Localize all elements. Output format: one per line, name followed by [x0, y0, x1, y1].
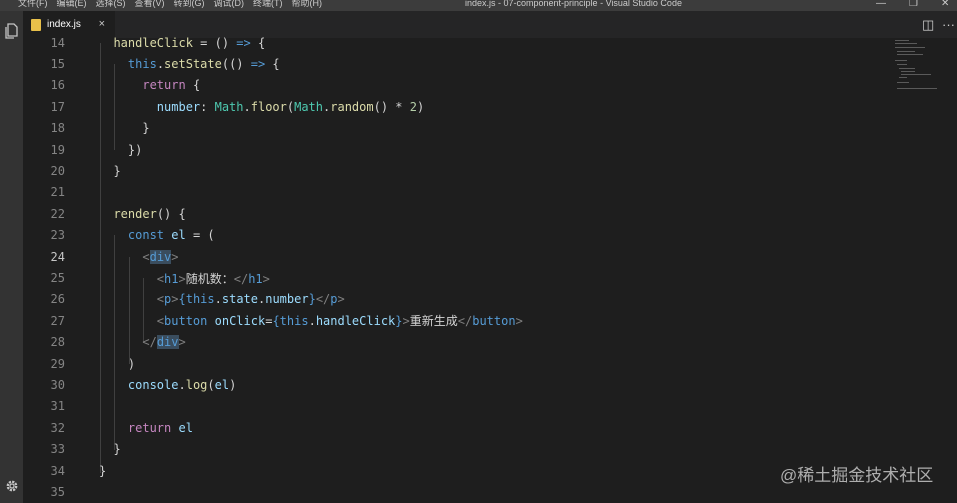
- code-text: ): [99, 356, 136, 371]
- code-text: <div>: [142, 249, 179, 264]
- menu-terminal[interactable]: 终端(T): [253, 0, 283, 9]
- code-line: 33 }: [23, 439, 957, 460]
- line-number: 24: [50, 249, 65, 264]
- line-number: 31: [50, 399, 65, 414]
- code-line: 23 const el = (: [23, 225, 957, 246]
- line-number: 27: [50, 313, 65, 328]
- window-title: index.js - 07-component-principle - Visu…: [465, 0, 682, 8]
- code-text: console.log(el): [127, 378, 237, 393]
- explorer-icon[interactable]: [2, 21, 21, 40]
- code-text: }): [99, 142, 143, 157]
- line-number: 15: [50, 57, 65, 72]
- code-line: 15 this.setState(() => {: [23, 53, 957, 74]
- code-text: }: [99, 442, 121, 457]
- tab-close-button[interactable]: ×: [99, 18, 105, 30]
- code-text: const el = (: [127, 228, 215, 243]
- line-number: 19: [50, 142, 65, 157]
- line-number: 23: [50, 228, 65, 243]
- code-line: 16 return {: [23, 75, 957, 96]
- code-text: return {: [142, 78, 201, 93]
- line-number: 17: [50, 99, 65, 114]
- line-number: 30: [50, 378, 65, 393]
- code-line: 31: [23, 396, 957, 417]
- line-number: 32: [50, 420, 65, 435]
- code-line: 17 number: Math.floor(Math.random() * 2): [23, 96, 957, 117]
- code-text: }: [99, 463, 107, 478]
- menu-view[interactable]: 查看(V): [135, 0, 165, 9]
- code-line: 14 handleClick = () => {: [23, 32, 957, 53]
- javascript-file-icon: [31, 18, 41, 31]
- maximize-button[interactable]: ❐: [909, 0, 918, 9]
- code-text: <h1>随机数：</h1>: [156, 271, 270, 286]
- menu-debug[interactable]: 调试(D): [214, 0, 245, 9]
- menu-edit[interactable]: 编辑(E): [57, 0, 87, 9]
- code-text: render() {: [113, 206, 186, 221]
- code-line: 21: [23, 182, 957, 203]
- line-number: 26: [50, 292, 65, 307]
- line-number: 14: [50, 35, 65, 50]
- close-window-button[interactable]: ✕: [941, 0, 949, 9]
- menu-file[interactable]: 文件(F): [18, 0, 48, 9]
- line-number: 33: [50, 442, 65, 457]
- code-line: 28 </div>: [23, 332, 957, 353]
- line-number: 22: [50, 206, 65, 221]
- code-line: 20 }: [23, 160, 957, 181]
- code-line: 18 }: [23, 118, 957, 139]
- tab-label: index.js: [47, 19, 81, 30]
- title-bar: 文件(F) 编辑(E) 选择(S) 查看(V) 转到(G) 调试(D) 终端(T…: [0, 0, 957, 11]
- line-number: 18: [50, 121, 65, 136]
- menu-selection[interactable]: 选择(S): [96, 0, 126, 9]
- line-number: 25: [50, 271, 65, 286]
- code-text: }: [99, 164, 121, 179]
- code-line: 32 return el: [23, 417, 957, 438]
- line-number: 20: [50, 164, 65, 179]
- code-text: </div>: [142, 335, 186, 350]
- line-number: 34: [50, 463, 65, 478]
- code-text: }: [99, 121, 150, 136]
- minimap[interactable]: [893, 38, 949, 98]
- code-text: <p>{this.state.number}</p>: [156, 292, 345, 307]
- code-line: 22 render() {: [23, 203, 957, 224]
- menu-bar: 文件(F) 编辑(E) 选择(S) 查看(V) 转到(G) 调试(D) 终端(T…: [18, 0, 322, 9]
- code-line: 25 <h1>随机数：</h1>: [23, 267, 957, 288]
- code-text: <button onClick={this.handleClick}>重新生成<…: [156, 314, 523, 329]
- line-number: 16: [50, 78, 65, 93]
- line-number: 21: [50, 185, 65, 200]
- watermark: @稀土掘金技术社区: [780, 466, 934, 485]
- line-number: 35: [50, 485, 65, 500]
- code-text: handleClick = () => {: [113, 35, 266, 50]
- line-number: 28: [50, 335, 65, 350]
- code-text: number: Math.floor(Math.random() * 2): [156, 99, 425, 114]
- minimize-button[interactable]: —: [876, 0, 886, 9]
- code-line: 29 ): [23, 353, 957, 374]
- menu-goto[interactable]: 转到(G): [174, 0, 205, 9]
- activity-bar: [0, 11, 23, 503]
- code-text: return el: [127, 420, 193, 435]
- line-number: 29: [50, 356, 65, 371]
- code-line: 26 <p>{this.state.number}</p>: [23, 289, 957, 310]
- code-line: 19 }): [23, 139, 957, 160]
- settings-gear-icon[interactable]: [2, 476, 21, 495]
- code-line: 30 console.log(el): [23, 374, 957, 395]
- code-editor[interactable]: 14 handleClick = () => { 15 this.setStat…: [23, 36, 957, 503]
- code-line-active: 24 <div>: [23, 246, 957, 267]
- code-line: 27 <button onClick={this.handleClick}>重新…: [23, 310, 957, 331]
- code-text: this.setState(() => {: [127, 57, 280, 72]
- menu-help[interactable]: 帮助(H): [292, 0, 323, 9]
